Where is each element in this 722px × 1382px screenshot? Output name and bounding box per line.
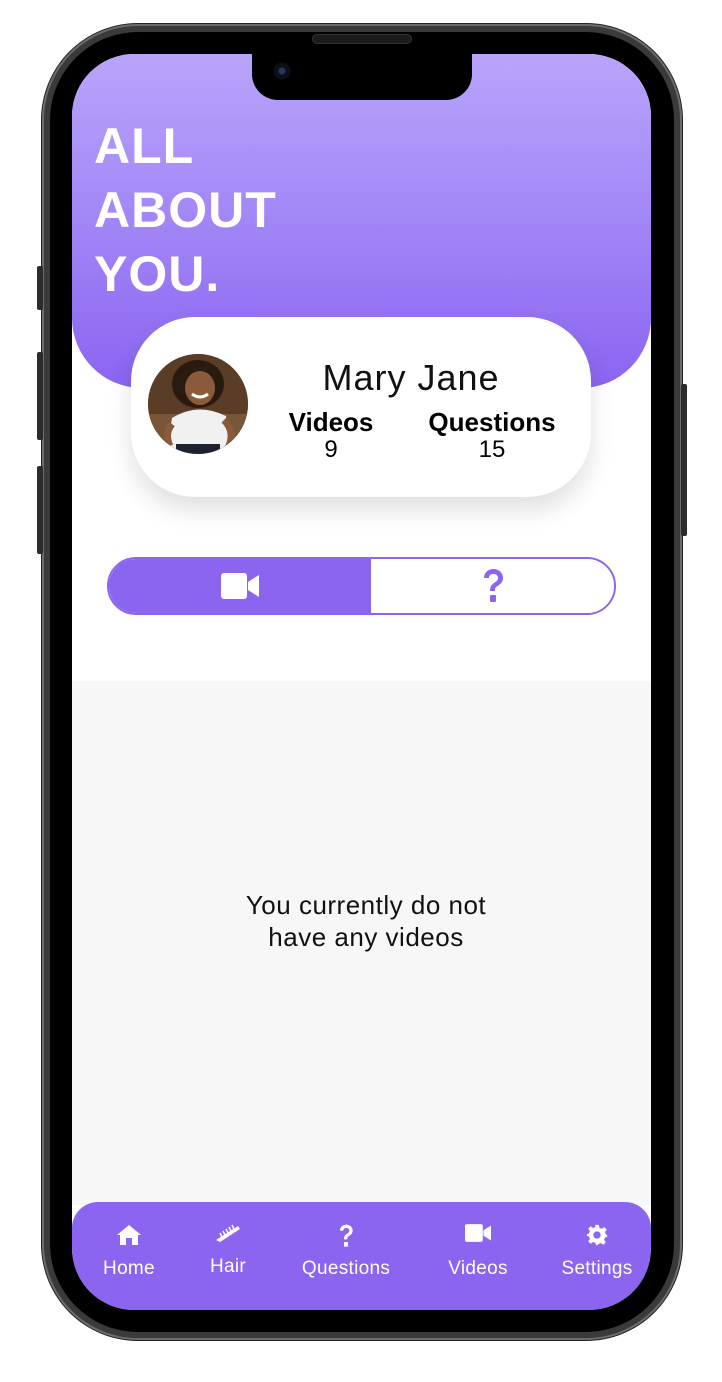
front-camera xyxy=(273,62,291,80)
home-icon xyxy=(117,1225,141,1245)
nav-label-videos: Videos xyxy=(448,1258,508,1279)
nav-item-home[interactable]: Home xyxy=(96,1224,162,1280)
app-screen: ALL ABOUT YOU. Mary Jane Videos 9 Questi… xyxy=(72,54,651,1310)
power-button xyxy=(681,384,687,536)
question-mark-icon xyxy=(340,1224,353,1247)
empty-state-line-1: You currently do not xyxy=(245,890,487,920)
nav-label-settings: Settings xyxy=(561,1258,633,1279)
avatar[interactable] xyxy=(148,354,248,454)
empty-state-line-2: have any videos xyxy=(268,922,464,952)
videos-content-area: You currently do not have any videos xyxy=(72,681,651,1205)
gear-icon xyxy=(586,1224,608,1246)
nav-label-home: Home xyxy=(103,1258,155,1279)
questions-stat-value: 15 xyxy=(478,436,506,463)
nav-item-videos[interactable]: Videos xyxy=(442,1224,514,1280)
profile-name: Mary Jane xyxy=(322,357,500,398)
question-mark-icon xyxy=(483,569,503,602)
questions-stat: Questions 15 xyxy=(424,407,560,463)
volume-up-button xyxy=(37,352,43,440)
nav-item-hair[interactable]: Hair xyxy=(200,1222,256,1278)
empty-state-message: You currently do not have any videos xyxy=(172,889,560,953)
speaker-grille xyxy=(312,34,412,44)
video-camera-icon xyxy=(465,1224,491,1242)
profile-card: Mary Jane Videos 9 Questions 15 xyxy=(131,317,591,497)
headline-line-2: ABOUT xyxy=(94,182,277,238)
headline-line-3: YOU. xyxy=(94,246,221,302)
nav-item-settings[interactable]: Settings xyxy=(556,1224,638,1280)
avatar-photo xyxy=(148,354,248,454)
questions-tab[interactable] xyxy=(371,559,614,613)
content-type-toggle xyxy=(107,557,616,615)
videos-tab[interactable] xyxy=(109,559,371,613)
questions-stat-label: Questions xyxy=(428,407,556,437)
videos-stat: Videos 9 xyxy=(286,407,376,463)
video-camera-icon xyxy=(221,573,259,599)
nav-item-questions[interactable]: Questions xyxy=(294,1224,398,1280)
videos-stat-value: 9 xyxy=(324,436,338,463)
headline: ALL ABOUT YOU. xyxy=(94,114,277,306)
comb-icon xyxy=(216,1224,240,1242)
nav-label-questions: Questions xyxy=(301,1258,391,1279)
mute-switch xyxy=(37,266,43,310)
nav-label-hair: Hair xyxy=(209,1256,247,1277)
bottom-navigation: Home Hair Questions Videos Settings xyxy=(72,1202,651,1310)
volume-down-button xyxy=(37,466,43,554)
videos-stat-label: Videos xyxy=(288,407,374,437)
headline-line-1: ALL xyxy=(94,118,195,174)
